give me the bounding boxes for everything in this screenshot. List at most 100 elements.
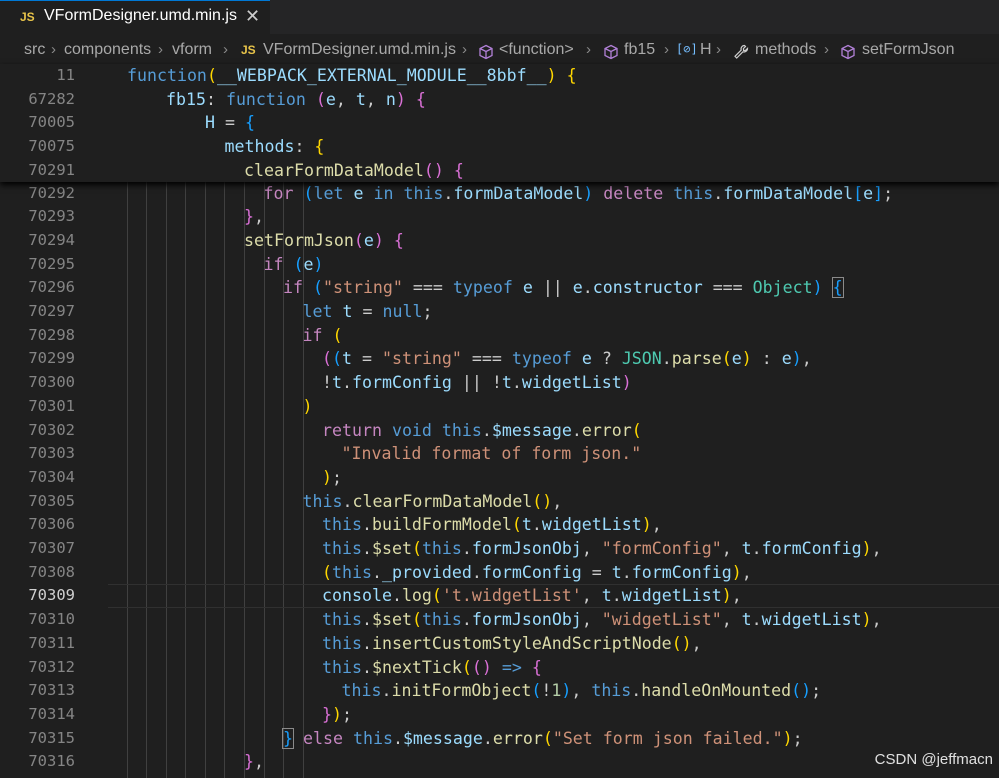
code-text: }, xyxy=(244,205,264,229)
code-token: e xyxy=(522,278,533,298)
breadcrumb-item-setFormJson[interactable]: setFormJson xyxy=(862,41,954,59)
code-token: ( xyxy=(631,420,642,440)
code-text: ((t = "string" === typeof e ? JSON.parse… xyxy=(322,347,812,371)
code-line[interactable]: 70303 "Invalid format of form json." xyxy=(0,442,999,466)
code-line[interactable]: 70298 if ( xyxy=(0,324,999,348)
code-line[interactable]: 70308 (this._provided.formConfig = t.form… xyxy=(0,561,999,585)
code-line[interactable]: 70304); xyxy=(0,466,999,490)
breadcrumb-item-components[interactable]: components xyxy=(64,41,151,59)
breadcrumb-item-methods[interactable]: methods xyxy=(755,41,816,59)
code-line[interactable]: 70310 this.$set(this.formJsonObj, "widget… xyxy=(0,608,999,632)
code-token: ( xyxy=(542,728,553,748)
sticky-line[interactable]: 70005 H = { xyxy=(0,111,999,135)
sticky-scroll-header[interactable]: 11 function(__WEBPACK_EXTERNAL_MODULE__8b… xyxy=(0,64,999,182)
code-token: } xyxy=(322,704,332,724)
code-token: typeof xyxy=(452,278,513,298)
sticky-line[interactable]: 70291 clearFormDataModel() { xyxy=(0,159,999,183)
code-token: this xyxy=(322,539,362,558)
code-token: e xyxy=(731,349,742,369)
code-token: ( xyxy=(322,349,332,369)
code-line[interactable]: 70314}); xyxy=(0,703,999,727)
code-line[interactable]: 70301) xyxy=(0,395,999,419)
code-text: this.initFormObject(!1), this.handleOnMo… xyxy=(342,679,822,703)
line-number: 70315 xyxy=(28,728,75,747)
code-token: ( xyxy=(315,89,326,109)
code-token: ) xyxy=(546,66,557,85)
code-line[interactable]: 70295 if (e) xyxy=(0,253,999,277)
sticky-line[interactable]: 67282 fb15: function (e, t, n) { xyxy=(0,88,999,112)
code-token: typeof xyxy=(511,349,572,369)
code-line[interactable]: 70297 let t = null; xyxy=(0,300,999,324)
code-line[interactable]: 70294 setFormJson(e) { xyxy=(0,229,999,253)
code-token: . xyxy=(661,349,672,369)
breadcrumb-item-H[interactable]: H xyxy=(700,41,712,59)
editor-tab-active[interactable]: JS VFormDesigner.umd.min.js ✕ xyxy=(0,0,270,34)
code-token: "Invalid format of form json." xyxy=(341,444,642,464)
code-token: . xyxy=(511,373,522,393)
code-line[interactable]: 70316}, xyxy=(0,750,999,774)
code-token: ( xyxy=(353,230,364,250)
code-line[interactable]: 70307 this.$set(this.formJsonObj, "formCo… xyxy=(0,537,999,561)
code-token: === xyxy=(702,278,753,298)
code-line[interactable]: 70309 console.log('t.widgetList', t.widge… xyxy=(0,584,999,608)
code-line[interactable]: 70312 this.$nextTick(() => { xyxy=(0,656,999,680)
code-token: ) xyxy=(561,681,572,701)
code-token: { xyxy=(566,66,577,85)
code-token: e xyxy=(303,254,314,274)
line-number: 70292 xyxy=(28,183,75,202)
code-token: = xyxy=(352,302,383,321)
code-text: }, xyxy=(244,750,264,774)
code-token: void xyxy=(391,420,432,440)
code-line[interactable]: 70299 ((t = "string" === typeof e ? JSON.… xyxy=(0,347,999,371)
code-token: , xyxy=(691,633,702,653)
code-token: , xyxy=(365,89,386,109)
line-number: 70302 xyxy=(28,420,75,439)
code-token: , xyxy=(741,562,752,582)
breadcrumb-item-function[interactable]: <function> xyxy=(499,41,574,59)
code-token: , xyxy=(571,681,592,701)
code-line[interactable]: 70300 !t.formConfig || !t.widgetList) xyxy=(0,371,999,395)
code-token: this xyxy=(403,183,444,203)
code-line[interactable]: 70292 for (let e in this.formDataModel) d… xyxy=(0,182,999,206)
code-token: "formConfig" xyxy=(601,539,722,558)
code-token: this xyxy=(322,633,362,653)
code-token: = xyxy=(352,349,382,369)
code-token: setFormJson xyxy=(244,230,354,250)
line-number: 70299 xyxy=(28,349,75,368)
code-token: in xyxy=(373,183,394,203)
code-line[interactable]: 70313 this.initFormObject(!1), this.handl… xyxy=(0,679,999,703)
chevron-right-icon: › xyxy=(223,41,228,58)
code-token: } xyxy=(244,207,254,227)
code-token: , xyxy=(254,752,264,772)
code-token: . xyxy=(531,515,542,535)
breadcrumb-item-vform[interactable]: vform xyxy=(172,41,212,59)
code-token: let xyxy=(302,302,333,321)
code-token: ( xyxy=(721,349,732,369)
line-number: 70303 xyxy=(28,444,75,463)
code-line[interactable]: 70311 this.insertCustomStyleAndScriptNode… xyxy=(0,632,999,656)
code-token: () xyxy=(423,160,444,180)
close-icon[interactable]: ✕ xyxy=(245,6,260,27)
breadcrumb-item-file[interactable]: VFormDesigner.umd.min.js xyxy=(263,41,456,59)
chevron-right-icon: › xyxy=(462,41,467,58)
code-token: t xyxy=(741,610,752,630)
code-line[interactable]: 70306 this.buildFormModel(t.widgetList), xyxy=(0,513,999,537)
code-line[interactable]: 70293}, xyxy=(0,205,999,229)
sticky-line[interactable]: 11 function(__WEBPACK_EXTERNAL_MODULE__8b… xyxy=(0,64,999,88)
code-token: , xyxy=(731,586,742,606)
code-line[interactable]: 70302 return void this.$message.error( xyxy=(0,419,999,443)
breadcrumb-item-fb15[interactable]: fb15 xyxy=(624,41,655,59)
sticky-line[interactable]: 70075 methods: { xyxy=(0,135,999,159)
code-line[interactable]: 70315} else this.$message.error("Set for… xyxy=(0,727,999,751)
breadcrumb-item-src[interactable]: src xyxy=(24,41,45,59)
code-token: $nextTick xyxy=(371,657,462,677)
code-token: insertCustomStyleAndScriptNode xyxy=(371,633,672,653)
code-line[interactable]: 70305 this.clearFormDataModel(), xyxy=(0,490,999,514)
code-token: . xyxy=(611,586,622,606)
code-token: . xyxy=(571,420,582,440)
code-line[interactable]: 70296 if ("string" === typeof e || e.cons… xyxy=(0,276,999,300)
